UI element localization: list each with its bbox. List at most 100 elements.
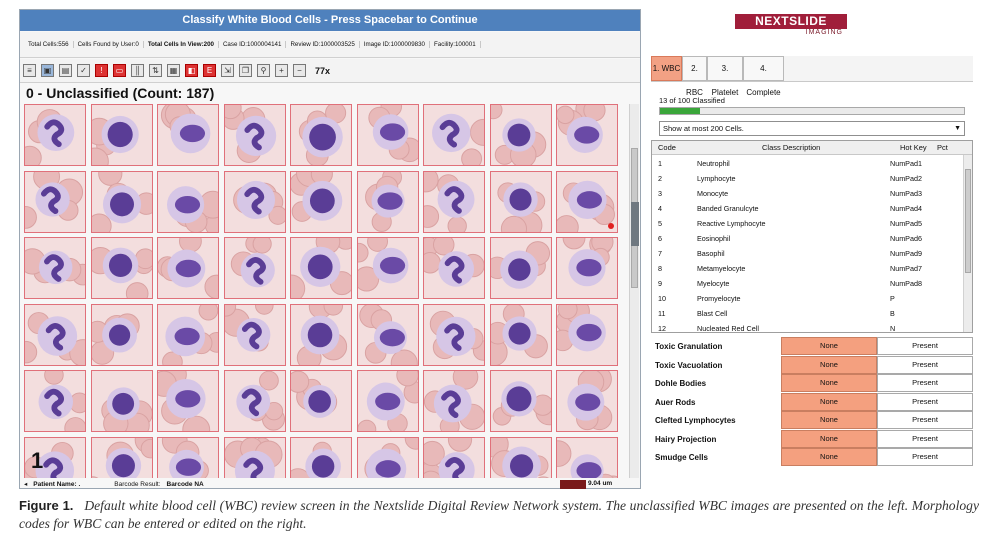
cell-thumbnail[interactable] [423,303,485,366]
list-icon[interactable]: ≡ [23,64,36,77]
none-button[interactable]: None [781,355,877,374]
cell-thumbnail[interactable] [24,303,86,366]
copy-icon[interactable]: ❐ [239,64,252,77]
cell-thumbnail[interactable] [556,303,618,366]
present-button[interactable]: Present [877,355,973,374]
cell-thumbnail[interactable] [489,436,552,478]
cell-thumbnail[interactable] [157,436,219,478]
table-row[interactable]: 5 Reactive Lymphocyte NumPad5 [652,215,962,230]
tab-rbc[interactable]: 2. RBC [682,56,707,97]
image-icon[interactable]: ▣ [41,64,54,77]
none-button[interactable]: None [781,448,877,466]
table-row[interactable]: 6 Eosinophil NumPad6 [652,230,962,245]
cell-thumbnail[interactable] [223,237,286,299]
present-button[interactable]: Present [877,374,973,392]
tab-wbc[interactable]: 1. WBC [651,56,682,81]
table-row[interactable]: 8 Metamyelocyte NumPad7 [652,260,962,275]
table-row[interactable]: 10 Promyelocyte P [652,290,962,305]
grid-scrollbar[interactable] [629,104,639,478]
cell-thumbnail[interactable] [290,370,352,432]
barcode-icon[interactable]: ║ [131,64,144,77]
cell-thumbnail[interactable] [157,237,219,299]
cell-thumbnail[interactable] [489,303,552,366]
cell-thumbnail[interactable] [356,170,419,233]
cell-thumbnail[interactable] [489,370,552,432]
present-button[interactable]: Present [877,392,973,411]
table-row[interactable]: 2 Lymphocyte NumPad2 [652,170,962,185]
cell-thumbnail[interactable] [157,170,219,233]
cell-thumbnail[interactable] [90,104,153,166]
sort-icon[interactable]: ⇅ [149,64,162,77]
check-icon[interactable]: ✓ [77,64,90,77]
cell-thumbnail[interactable] [356,303,419,366]
cell-thumbnail[interactable] [223,436,286,478]
cell-thumbnail[interactable] [223,303,286,366]
none-button[interactable]: None [781,392,877,411]
cell-thumbnail[interactable] [556,170,618,233]
table-row[interactable]: 4 Banded Granulcyte NumPad4 [652,200,962,215]
cell-thumbnail[interactable] [90,370,153,432]
cell-thumbnail[interactable] [290,170,352,233]
none-button[interactable]: None [781,374,877,392]
cell-thumbnail[interactable] [356,370,419,432]
cell-thumbnail[interactable] [290,436,352,478]
table-row[interactable]: 7 Basophil NumPad9 [652,245,962,260]
present-button[interactable]: Present [877,337,973,355]
cell-thumbnail[interactable] [356,436,419,478]
cell-thumbnail[interactable] [556,370,618,432]
remove-icon[interactable]: − [293,64,306,77]
cell-thumbnail[interactable] [556,237,618,299]
cell-thumbnail[interactable] [157,370,219,432]
cell-thumbnail[interactable] [290,104,352,166]
show-count-select[interactable]: Show at most 200 Cells. ▼ [659,121,965,136]
edit-icon[interactable]: E [203,64,216,77]
none-button[interactable]: None [781,429,877,448]
table-scroll-thumb[interactable] [965,169,971,273]
cell-thumbnail[interactable] [423,436,485,478]
cell-thumbnail[interactable] [157,104,219,166]
stack-icon[interactable]: ▦ [167,64,180,77]
cell-thumbnail[interactable] [24,237,86,299]
cell-thumbnail[interactable] [423,104,485,166]
cell-thumbnail[interactable] [356,237,419,299]
layers-icon[interactable]: ◧ [185,64,198,77]
cell-thumbnail[interactable] [489,170,552,233]
cell-thumbnail[interactable] [24,370,86,432]
search-icon[interactable]: ⚲ [257,64,270,77]
present-button[interactable]: Present [877,448,973,466]
export-icon[interactable]: ⇲ [221,64,234,77]
tab-complete[interactable]: 4. Complete [743,56,784,97]
cell-thumbnail[interactable] [90,170,153,233]
cell-thumbnail[interactable] [24,170,86,233]
alert-icon[interactable]: ! [95,64,108,77]
panel-splitter-handle[interactable] [631,202,639,246]
cell-thumbnail[interactable] [90,303,153,366]
table-row[interactable]: 9 Myelocyte NumPad8 [652,275,962,290]
table-row[interactable]: 3 Monocyte NumPad3 [652,185,962,200]
table-row[interactable]: 12 Nucleated Red Cell N [652,320,962,332]
table-row[interactable]: 1 Neutrophil NumPad1 [652,155,962,170]
cell-thumbnail[interactable] [290,303,352,366]
cell-thumbnail[interactable] [223,170,286,233]
tab-platelet[interactable]: 3. Platelet [707,56,743,97]
add-icon[interactable]: + [275,64,288,77]
cell-thumbnail[interactable] [423,370,485,432]
none-button[interactable]: None [781,337,877,355]
cell-thumbnail[interactable] [556,104,618,166]
report-icon[interactable]: ▤ [59,64,72,77]
cell-thumbnail[interactable] [157,303,219,366]
present-button[interactable]: Present [877,411,973,429]
cell-thumbnail[interactable] [489,237,552,299]
table-scrollbar[interactable] [963,155,972,332]
present-button[interactable]: Present [877,429,973,448]
cell-thumbnail[interactable] [556,436,618,478]
cell-thumbnail[interactable] [223,370,286,432]
cell-thumbnail[interactable] [90,237,153,299]
cell-thumbnail[interactable] [489,104,552,166]
cell-thumbnail[interactable] [24,104,86,166]
cell-thumbnail[interactable] [223,104,286,166]
cell-thumbnail[interactable] [90,436,153,478]
cell-thumbnail[interactable] [423,170,485,233]
table-row[interactable]: 11 Blast Cell B [652,305,962,320]
cell-thumbnail[interactable] [356,104,419,166]
